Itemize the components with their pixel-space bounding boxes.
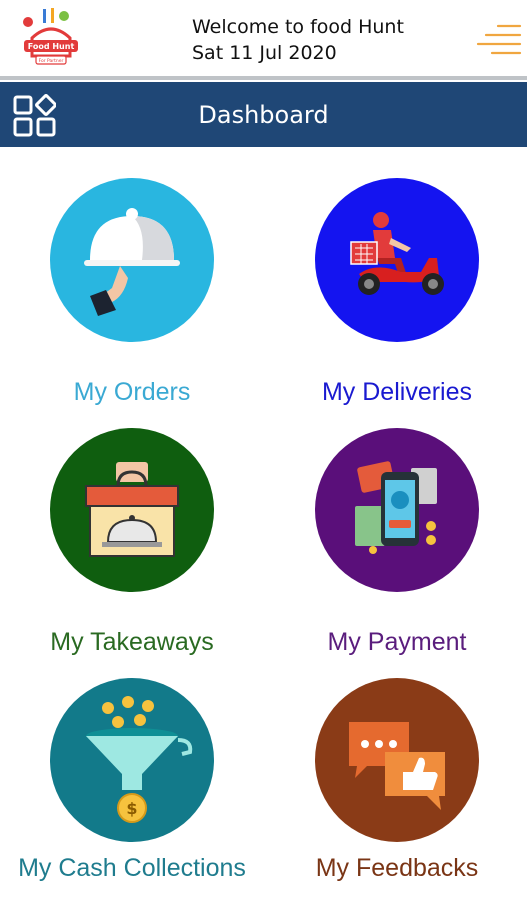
tile-label: My Deliveries xyxy=(321,378,473,406)
svg-text:$: $ xyxy=(126,799,137,818)
mobile-payment-icon xyxy=(355,461,437,554)
hamburger-menu-icon[interactable] xyxy=(476,20,522,58)
page-title: Dashboard xyxy=(198,101,329,129)
tile-label: My Feedbacks xyxy=(315,854,479,882)
takeaway-box-icon xyxy=(85,462,179,557)
header-divider xyxy=(0,76,527,80)
tile-label: My Orders xyxy=(73,378,191,406)
svg-text:For Partner: For Partner xyxy=(39,58,64,64)
tile-my-takeaways[interactable]: My Takeaways xyxy=(12,428,252,657)
food-hunt-logo: Food Hunt For Partner xyxy=(23,8,78,65)
cash-funnel-icon: $ xyxy=(86,696,193,823)
tile-circle xyxy=(50,428,214,592)
tile-my-orders[interactable]: My Orders xyxy=(12,178,252,407)
tile-my-deliveries[interactable]: My Deliveries xyxy=(277,178,517,407)
welcome-text: Welcome to food Hunt xyxy=(192,16,404,38)
tile-label: My Takeaways xyxy=(50,628,214,656)
svg-text:Food Hunt: Food Hunt xyxy=(28,42,75,51)
tile-circle xyxy=(315,678,479,842)
tile-circle xyxy=(50,178,214,342)
delivery-scooter-icon xyxy=(350,212,444,295)
tile-my-payment[interactable]: My Payment xyxy=(277,428,517,657)
tile-label: My Payment xyxy=(327,628,467,656)
welcome-block: Welcome to food Hunt Sat 11 Jul 2020 xyxy=(192,14,404,66)
feedback-chat-icon xyxy=(349,722,445,810)
tile-circle: $ xyxy=(50,678,214,842)
tile-circle xyxy=(315,428,479,592)
tile-label: My Cash Collections xyxy=(18,854,246,882)
serving-cloche-icon xyxy=(84,208,180,316)
tile-my-cash-collections[interactable]: $ My Cash Collections xyxy=(12,678,252,882)
tile-my-feedbacks[interactable]: My Feedbacks xyxy=(277,678,517,883)
top-bar: Food Hunt For Partner Welcome to food Hu… xyxy=(0,0,527,80)
nav-bar: Dashboard xyxy=(0,82,527,147)
tile-circle xyxy=(315,178,479,342)
date-text: Sat 11 Jul 2020 xyxy=(192,42,337,64)
